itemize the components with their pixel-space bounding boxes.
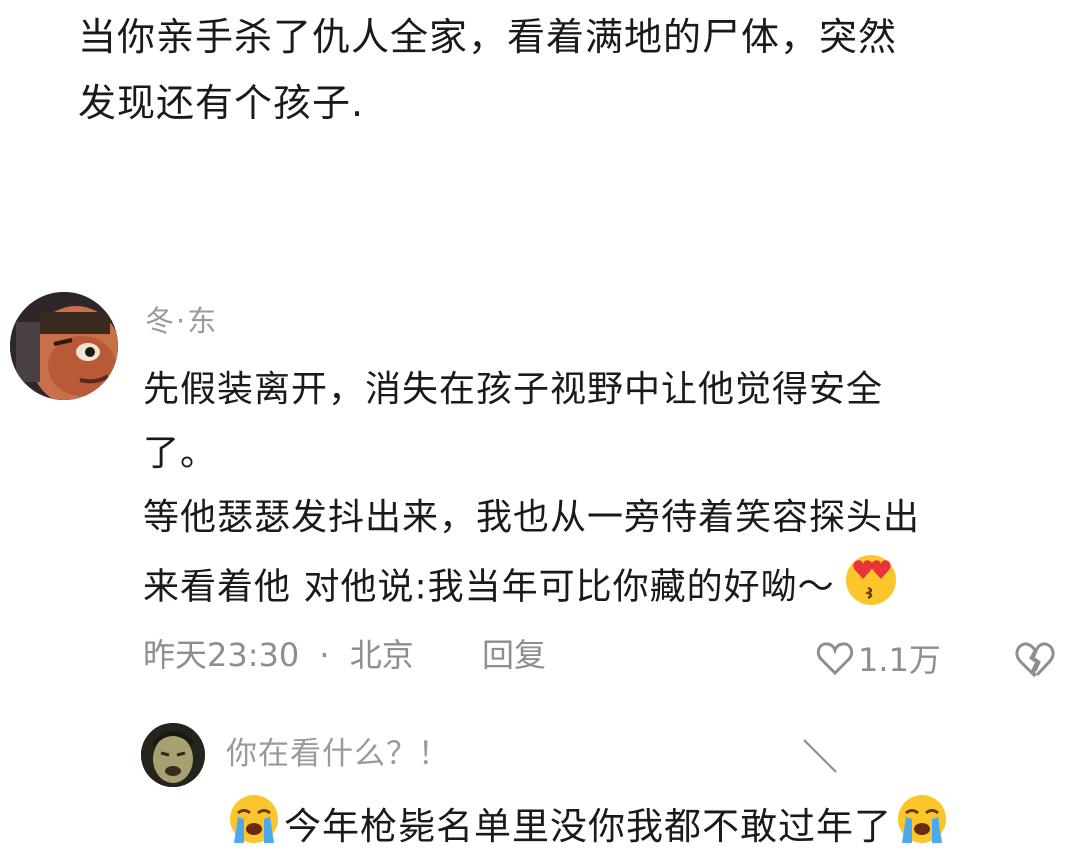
cartoon-face-avatar-icon [10,292,118,400]
post-line-2: 发现还有个孩子. [78,81,365,125]
comment-line: 等他瑟瑟发抖出来，我也从一旁待着笑容探头出 [143,497,921,538]
crying-man-avatar-icon [141,723,205,787]
reply-message: 今年枪毙名单里没你我都不敢过年了 [284,805,892,848]
comment-location: 北京 [349,636,414,674]
broken-heart-icon [1015,642,1055,678]
heart-outline-icon [816,642,854,676]
comment-text: 先假装离开，消失在孩子视野中让他觉得安全 了。 等他瑟瑟发抖出来，我也从一旁待着… [143,358,1053,627]
comment-meta: 昨天23:30 · 北京 [143,630,414,676]
comment-username[interactable]: 冬·东 [145,298,218,340]
reply-text: 今年枪毙名单里没你我都不敢过年了 [224,790,952,856]
post-line-1: 当你亲手杀了仇人全家，看着满地的尸体，突然 [78,15,898,59]
loudly-crying-emoji-icon [894,791,950,856]
reply-username[interactable]: 你在看什么？！ [226,728,450,773]
reply-avatar[interactable] [141,723,205,787]
reply-button[interactable]: 回复 [482,630,546,676]
avatar[interactable] [10,292,118,400]
meta-separator: · [319,636,330,674]
like-count: 1.1万 [858,641,941,679]
heart-eyes-kiss-emoji-icon [841,550,901,627]
post-text: 当你亲手杀了仇人全家，看着满地的尸体，突然 发现还有个孩子. [78,4,1038,136]
comment-line-last: 来看着他 对他说:我当年可比你藏的好呦～ [143,550,1053,627]
comment-line: 了。 [143,433,218,474]
like-button[interactable]: 1.1万 [816,636,941,680]
slash-mark-icon [803,739,837,773]
comment-time: 昨天23:30 [143,636,300,674]
loudly-crying-emoji-icon [226,791,282,856]
comment-line: 先假装离开，消失在孩子视野中让他觉得安全 [143,369,884,410]
dislike-button[interactable] [1013,640,1057,680]
comment-line: 来看着他 对他说:我当年可比你藏的好呦～ [143,566,835,608]
